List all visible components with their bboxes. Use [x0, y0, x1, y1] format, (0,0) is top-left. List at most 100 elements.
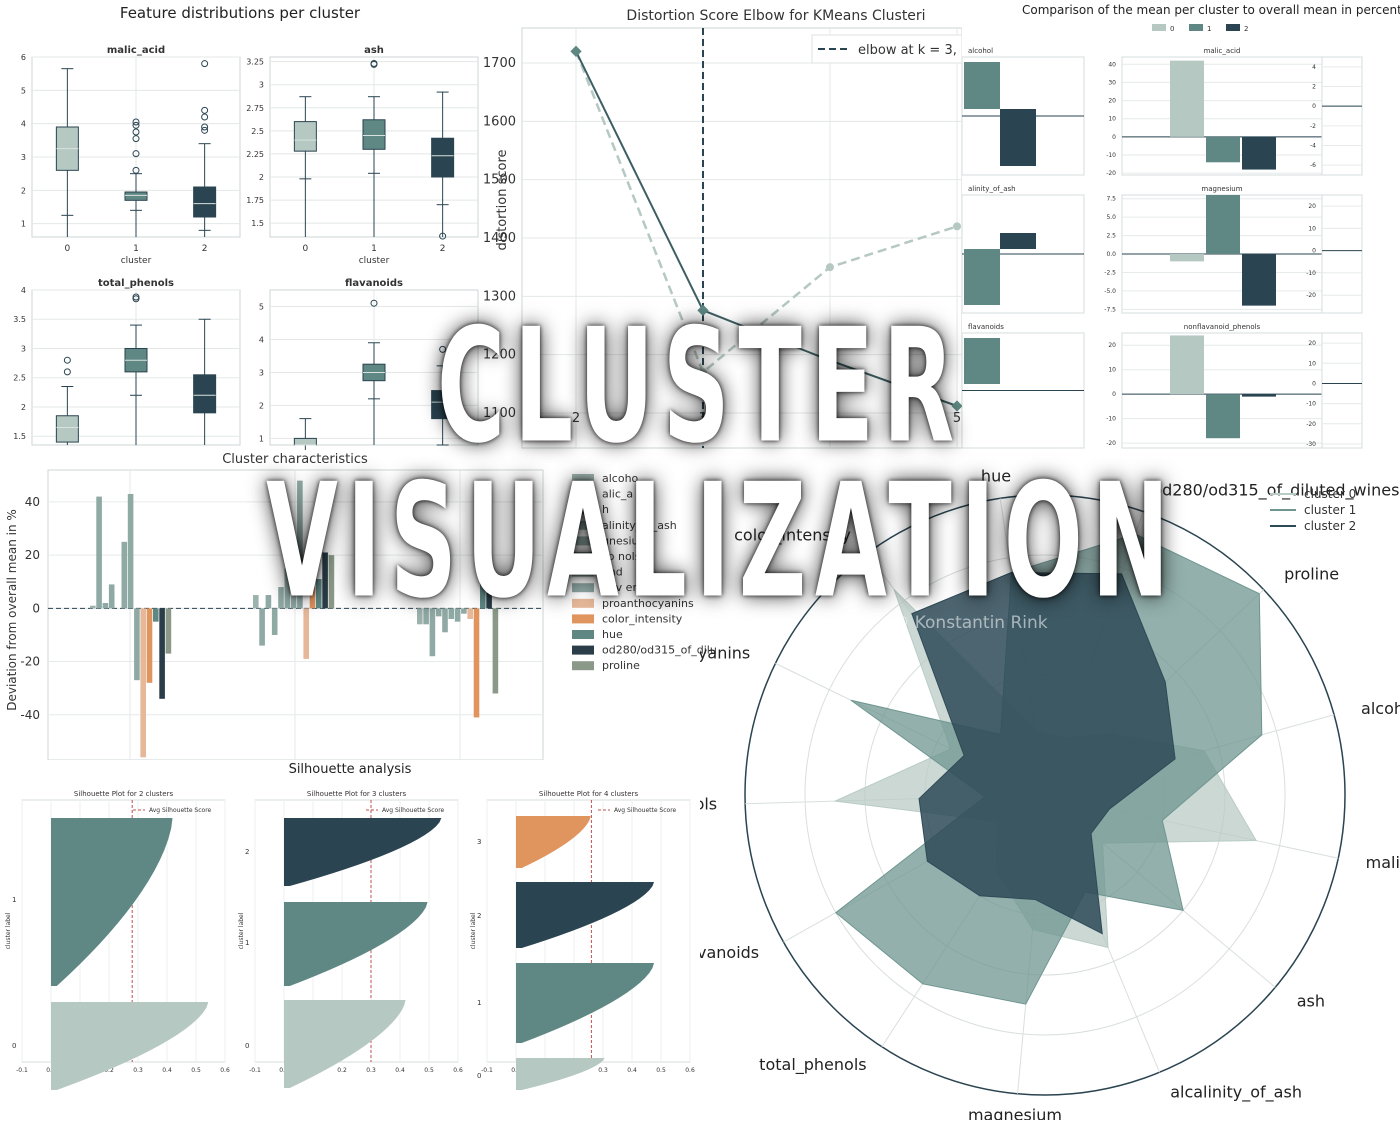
characteristics-svg: Cluster characteristics -40 -20 0 20 40 Deviat… — [5, 452, 717, 761]
boxplot-svg: malic_acid 1 2 3 4 5 6 0 1 2 cluster ash 1.5 1.75 2 2.2… — [13, 45, 479, 450]
legend-label: Avg Silhouette Score — [614, 807, 677, 814]
y-tick-label: 4 — [259, 335, 264, 344]
fit-time-point — [699, 368, 707, 377]
radar-axis-label: proline — [1284, 565, 1339, 584]
y-tick-label: 1 — [477, 999, 481, 1007]
char-bar — [486, 592, 492, 609]
boxplot-panel: Feature distributions per cluster malic_… — [0, 0, 480, 450]
x-tick-label: 0.6 — [453, 1067, 463, 1074]
legend-swatch — [572, 630, 594, 639]
y-tick-label: 2.75 — [246, 104, 264, 113]
y-tick-label: 20 — [25, 548, 40, 562]
y-tick-label: 5 — [259, 302, 264, 311]
characteristics-panel: Cluster characteristics -40 -20 0 20 40 Deviat… — [0, 450, 720, 761]
box-flavanoids-0 — [293, 437, 317, 446]
char-bar — [90, 605, 96, 609]
radar-axis-label: flavanoids — [700, 943, 759, 962]
char-bar — [303, 608, 309, 659]
legend-swatch — [572, 552, 594, 561]
char-bar — [102, 603, 109, 609]
y-tick-label: 10 — [1108, 116, 1116, 123]
subplot-title: malic_acid — [107, 45, 165, 56]
y-tick-label: -20 — [1106, 440, 1116, 447]
y-tick-label: -20 — [1306, 292, 1316, 299]
elbow-title: Distortion Score Elbow for KMeans Cluste… — [626, 8, 925, 24]
y-tick-label: 1 — [245, 939, 249, 947]
legend-swatch — [1226, 24, 1240, 31]
y-tick-label: 0.0 — [1106, 251, 1116, 258]
y-tick-label: 0 — [1312, 103, 1316, 110]
legend-swatch — [572, 505, 594, 515]
legend-swatch — [572, 583, 594, 593]
radar-axis-label: proanthocyanins — [700, 644, 750, 663]
legend-label: cluster 0 — [1304, 487, 1356, 501]
x-tick-label: 0.5 — [191, 1067, 201, 1074]
x-tick-label: 5 — [953, 411, 961, 426]
y-tick-label: 4 — [21, 120, 26, 129]
char-bar — [153, 608, 159, 622]
compare-bar — [1206, 394, 1240, 439]
box-flavanoids-2 — [431, 390, 455, 420]
radar-axis-label: avanoid_phenols — [700, 794, 717, 814]
legend-swatch — [572, 614, 594, 624]
radar-axis-label: malic_acid — [1366, 853, 1400, 873]
x-tick-label: 0.5 — [424, 1067, 434, 1074]
y-tick-label: 10 — [1308, 225, 1316, 232]
box-ash-2 — [431, 137, 455, 178]
compare-bar — [1206, 136, 1240, 163]
box-total_phenols-2 — [193, 374, 217, 414]
legend-label: 0 — [1170, 25, 1174, 33]
compare-bar — [964, 338, 1000, 384]
y-tick-label: 0 — [1112, 391, 1116, 398]
box-total_phenols-0 — [55, 415, 79, 443]
y-tick-label: 40 — [25, 495, 40, 509]
x-tick-label: -0.1 — [249, 1067, 261, 1074]
subplot-title: flavanoids — [345, 278, 403, 289]
subplot-title: ash — [364, 45, 384, 56]
legend-swatch — [572, 489, 594, 499]
y-tick-label: 5 — [21, 86, 26, 95]
y-tick-label: 20 — [1108, 342, 1116, 349]
subplot-title: Silhouette Plot for 2 clusters — [74, 790, 174, 798]
char-bar — [96, 496, 102, 609]
char-bar — [271, 608, 278, 635]
watermark-text: © Konstantin Rink — [892, 613, 1047, 633]
y-tick-label: 1100 — [483, 406, 516, 421]
char-bar — [121, 541, 128, 609]
subplot-title: magnesium — [1201, 185, 1242, 193]
legend-label: flav ener — [602, 581, 651, 594]
y-tick-label: 30 — [1108, 79, 1116, 86]
compare-bar — [1000, 233, 1036, 249]
char-bar — [322, 552, 328, 609]
radar-axis-label: ash — [1297, 991, 1325, 1010]
subplot-title: malic_acid — [1204, 47, 1241, 55]
legend-label: hue — [602, 628, 623, 641]
compare-bar — [1242, 254, 1276, 306]
legend-label: Avg Silhouette Score — [382, 807, 445, 814]
legend-label: gnesium — [602, 534, 649, 547]
y-tick-label: 0 — [1112, 134, 1116, 141]
y-tick-label: 2 — [259, 173, 264, 182]
x-tick-label: 0.4 — [395, 1067, 405, 1074]
y-tick-label: 1 — [259, 434, 264, 443]
char-bar — [448, 608, 455, 619]
legend-label: 1 — [1207, 25, 1211, 33]
y-tick-label: 1600 — [483, 114, 516, 129]
legend-label: and — [602, 566, 623, 579]
compare-bar — [1206, 195, 1240, 254]
char-bar — [461, 608, 467, 614]
char-bar — [278, 587, 284, 609]
y-tick-label: -7.5 — [1104, 306, 1116, 313]
legend-label: alic_a — [602, 488, 633, 501]
legend-label: cluster 1 — [1304, 503, 1356, 517]
x-tick-label: 2 — [202, 244, 208, 254]
y-tick-label: -2 — [1310, 123, 1316, 130]
y-tick-label: 0 — [1312, 248, 1316, 255]
y-tick-label: 1.5 — [13, 432, 26, 441]
elbow-panel: Distortion Score Elbow for KMeans Cluste… — [480, 0, 963, 450]
y-tick-label: 2 — [21, 403, 26, 412]
x-tick-label: 1 — [371, 244, 377, 254]
char-bar — [467, 608, 473, 619]
char-bar — [435, 608, 442, 617]
x-tick-label: 2 — [440, 244, 446, 254]
